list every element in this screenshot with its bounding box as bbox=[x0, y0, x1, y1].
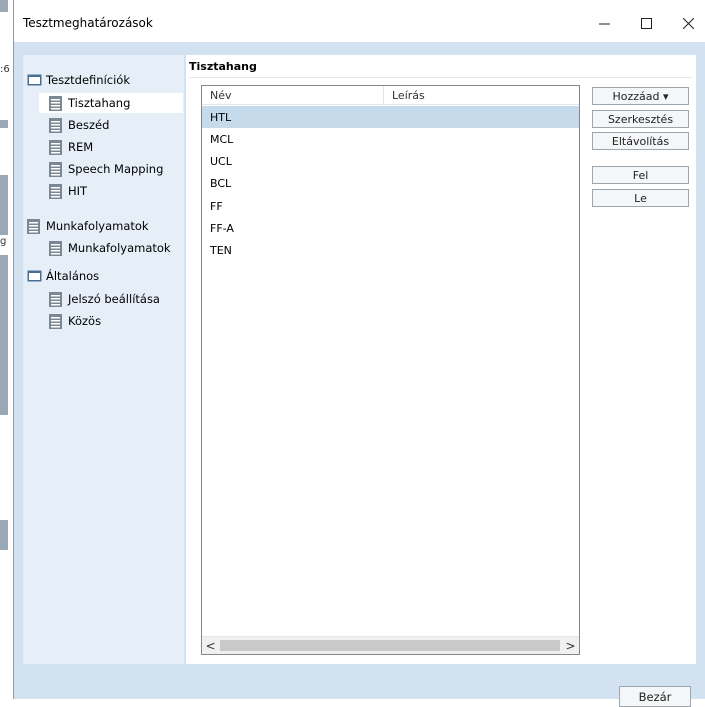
folder-icon bbox=[27, 74, 42, 86]
sidebar-item-label: Beszéd bbox=[68, 118, 110, 132]
sidebar-item[interactable]: Munkafolyamatok bbox=[49, 238, 184, 258]
remove-button[interactable]: Eltávolítás bbox=[592, 132, 689, 150]
sidebar-item-label: Tisztahang bbox=[68, 96, 131, 110]
background-text: :6 bbox=[0, 64, 10, 75]
cell-name: UCL bbox=[210, 155, 232, 169]
dialog-client-area: Tesztdefiníciók Tisztahang Beszéd REM Speech… bbox=[14, 42, 705, 707]
page-icon bbox=[49, 291, 62, 307]
table-row[interactable]: UCL bbox=[202, 151, 579, 173]
background-app-strip: :6 g bbox=[0, 0, 14, 699]
title-bar: Tesztmeghatározások bbox=[14, 0, 705, 42]
background-mark bbox=[0, 520, 8, 550]
minimize-icon bbox=[598, 23, 610, 24]
sidebar-item[interactable]: Beszéd bbox=[49, 115, 184, 135]
maximize-icon bbox=[640, 17, 652, 29]
page-icon bbox=[49, 139, 62, 155]
sidebar-item[interactable]: Tesztdefiníciók bbox=[27, 70, 184, 90]
sidebar-item[interactable]: HIT bbox=[49, 181, 184, 201]
table-row[interactable]: FF bbox=[202, 195, 579, 217]
sidebar-item-label: HIT bbox=[68, 184, 88, 198]
test-list[interactable]: Név Leírás < > HTL MCL UCL BCL FF FF-A TEN bbox=[201, 85, 580, 655]
scroll-right-arrow[interactable]: > bbox=[562, 637, 579, 654]
page-icon bbox=[49, 183, 62, 199]
cell-name: BCL bbox=[210, 177, 232, 191]
dialog-window: Tesztmeghatározások Tesztdefiníciók Tiszt… bbox=[13, 0, 705, 707]
sidebar-item[interactable]: Általános bbox=[27, 266, 184, 286]
add-dropdown-button[interactable]: Hozzáad ▾ bbox=[592, 87, 689, 105]
background-mark bbox=[0, 0, 8, 12]
close-dialog-button[interactable]: Bezár bbox=[619, 686, 691, 707]
cell-name: HTL bbox=[210, 110, 232, 124]
table-row[interactable]: BCL bbox=[202, 173, 579, 195]
close-icon bbox=[682, 17, 694, 29]
page-icon bbox=[49, 240, 62, 256]
close-window-button[interactable] bbox=[668, 8, 705, 38]
page-icon bbox=[49, 117, 62, 133]
horizontal-scrollbar[interactable]: < > bbox=[202, 636, 579, 654]
sidebar-item[interactable]: Jelszó beállítása bbox=[49, 289, 184, 309]
page-icon bbox=[49, 161, 62, 177]
column-header-name[interactable]: Név bbox=[202, 86, 384, 105]
table-row[interactable]: MCL bbox=[202, 128, 579, 150]
folder-icon bbox=[27, 270, 42, 282]
sidebar-item-label: Munkafolyamatok bbox=[46, 219, 149, 233]
section-divider bbox=[189, 77, 692, 78]
background-mark bbox=[0, 255, 8, 415]
table-row[interactable]: TEN bbox=[202, 240, 579, 262]
sidebar-item-label: Tesztdefiníciók bbox=[46, 73, 130, 87]
sidebar-item-label: REM bbox=[68, 140, 94, 154]
sidebar-item[interactable]: REM bbox=[49, 137, 184, 157]
cell-name: MCL bbox=[210, 132, 234, 146]
sidebar-item-label: Munkafolyamatok bbox=[68, 241, 171, 255]
maximize-button[interactable] bbox=[626, 8, 666, 38]
background-mark bbox=[0, 175, 8, 235]
move-down-button[interactable]: Le bbox=[592, 189, 689, 207]
page-icon bbox=[27, 218, 40, 234]
background-text: g bbox=[0, 236, 7, 247]
column-header-description[interactable]: Leírás bbox=[384, 86, 579, 105]
move-up-button[interactable]: Fel bbox=[592, 166, 689, 184]
table-row[interactable]: HTL bbox=[202, 106, 579, 128]
section-title: Tisztahang bbox=[189, 60, 257, 73]
sidebar-item-label: Speech Mapping bbox=[68, 162, 164, 176]
scroll-left-arrow[interactable]: < bbox=[202, 637, 219, 654]
cell-name: FF-A bbox=[210, 222, 234, 235]
page-icon bbox=[49, 313, 62, 329]
cell-name: TEN bbox=[210, 244, 232, 258]
settings-panel: Tisztahang Név Leírás < > HTL MCL UCL BCL FF… bbox=[186, 55, 696, 664]
cell-name: FF bbox=[210, 199, 223, 213]
sidebar-item[interactable]: Speech Mapping bbox=[49, 159, 184, 179]
navigation-tree: Tesztdefiníciók Tisztahang Beszéd REM Speech… bbox=[23, 55, 184, 664]
edit-button[interactable]: Szerkesztés bbox=[592, 110, 689, 128]
sidebar-item-label: Jelszó beállítása bbox=[68, 292, 160, 306]
minimize-button[interactable] bbox=[584, 8, 624, 38]
page-icon bbox=[49, 95, 62, 111]
sidebar-item-label: Általános bbox=[46, 269, 100, 283]
window-title: Tesztmeghatározások bbox=[23, 16, 153, 30]
table-row[interactable]: FF-A bbox=[202, 218, 579, 240]
sidebar-item[interactable]: Munkafolyamatok bbox=[27, 216, 184, 236]
sidebar-item[interactable]: Közös bbox=[49, 311, 184, 331]
sidebar-item-label: Közös bbox=[68, 314, 102, 328]
sidebar-item[interactable]: Tisztahang bbox=[39, 93, 183, 113]
scrollbar-thumb[interactable] bbox=[220, 640, 560, 651]
background-mark bbox=[0, 120, 8, 128]
